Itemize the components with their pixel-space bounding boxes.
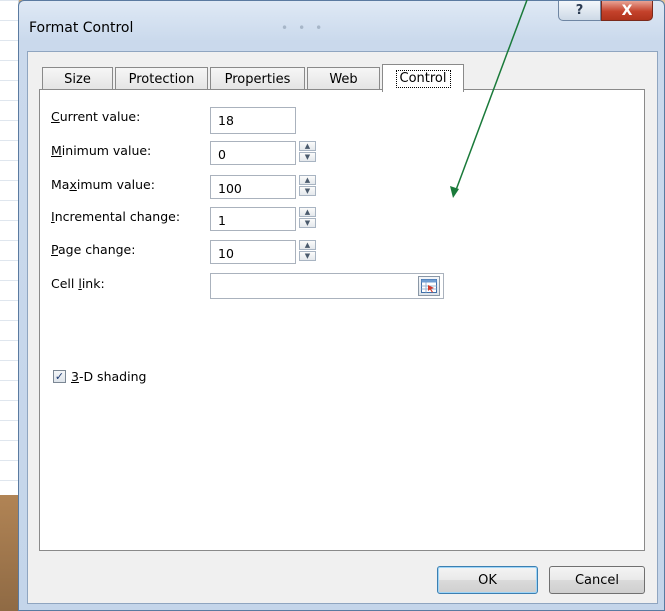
range-selector-icon bbox=[421, 279, 437, 293]
spin-down-icon[interactable]: ▼ bbox=[299, 152, 316, 162]
minimum-value-label: Minimum value: bbox=[51, 143, 152, 158]
spin-up-icon[interactable]: ▲ bbox=[299, 240, 316, 250]
tab-control[interactable]: Control bbox=[382, 64, 464, 92]
dialog-title: Format Control bbox=[29, 20, 134, 36]
help-button[interactable]: ? bbox=[558, 1, 601, 21]
page-change-spinner[interactable]: ▲ ▼ bbox=[299, 240, 318, 262]
spin-up-icon[interactable]: ▲ bbox=[299, 207, 316, 217]
incremental-change-input[interactable]: 1 bbox=[210, 207, 296, 231]
maximum-value-spinner[interactable]: ▲ ▼ bbox=[299, 175, 318, 197]
checkmark-icon: ✓ bbox=[54, 370, 65, 383]
shading-label[interactable]: 3-D shading bbox=[71, 369, 146, 384]
current-value-input[interactable]: 18 bbox=[210, 107, 296, 134]
ok-button[interactable]: OK bbox=[437, 566, 538, 594]
spin-down-icon[interactable]: ▼ bbox=[299, 251, 316, 261]
desktop-background-corner bbox=[0, 495, 18, 611]
help-icon: ? bbox=[575, 3, 584, 18]
tab-label: Control bbox=[395, 69, 451, 88]
maximum-value-input[interactable]: 100 bbox=[210, 175, 296, 199]
title-bar-reflection: ••• bbox=[281, 21, 333, 35]
page-change-input[interactable]: 10 bbox=[210, 240, 296, 264]
incremental-change-spinner[interactable]: ▲ ▼ bbox=[299, 207, 318, 229]
maximum-value-label: Maximum value: bbox=[51, 177, 155, 192]
spin-up-icon[interactable]: ▲ bbox=[299, 141, 316, 151]
tab-strip: Size Protection Properties Web Control bbox=[42, 63, 466, 92]
tab-label: Properties bbox=[224, 72, 291, 87]
spin-down-icon[interactable]: ▼ bbox=[299, 218, 316, 228]
range-selector-button[interactable] bbox=[418, 276, 440, 296]
close-icon: X bbox=[621, 2, 633, 19]
title-bar[interactable]: Format Control ••• ? X bbox=[19, 1, 664, 51]
tab-label: Web bbox=[329, 72, 358, 87]
tab-label: Protection bbox=[128, 72, 195, 87]
current-value-label: Current value: bbox=[51, 109, 141, 124]
shading-checkbox[interactable]: ✓ bbox=[53, 370, 66, 383]
close-button[interactable]: X bbox=[601, 1, 653, 21]
spreadsheet-grid-background bbox=[0, 0, 19, 500]
tab-label: Size bbox=[64, 72, 91, 87]
page-change-label: Page change: bbox=[51, 242, 136, 257]
tab-properties[interactable]: Properties bbox=[210, 67, 305, 91]
minimum-value-spinner[interactable]: ▲ ▼ bbox=[299, 141, 318, 163]
cell-link-label: Cell link: bbox=[51, 276, 105, 291]
control-tab-panel: Current value: 18 Minimum value: 0 ▲ ▼ M… bbox=[39, 89, 645, 551]
cell-link-input[interactable] bbox=[210, 273, 444, 299]
spin-down-icon[interactable]: ▼ bbox=[299, 186, 316, 196]
incremental-change-label: Incremental change: bbox=[51, 209, 181, 224]
format-control-dialog: Format Control ••• ? X Size Protection P… bbox=[18, 0, 665, 611]
tab-size[interactable]: Size bbox=[42, 67, 113, 91]
tab-web[interactable]: Web bbox=[307, 67, 380, 91]
dialog-client-area: Size Protection Properties Web Control C… bbox=[27, 51, 658, 604]
spin-up-icon[interactable]: ▲ bbox=[299, 175, 316, 185]
tab-protection[interactable]: Protection bbox=[115, 67, 208, 91]
minimum-value-input[interactable]: 0 bbox=[210, 141, 296, 165]
cancel-button[interactable]: Cancel bbox=[549, 566, 645, 594]
